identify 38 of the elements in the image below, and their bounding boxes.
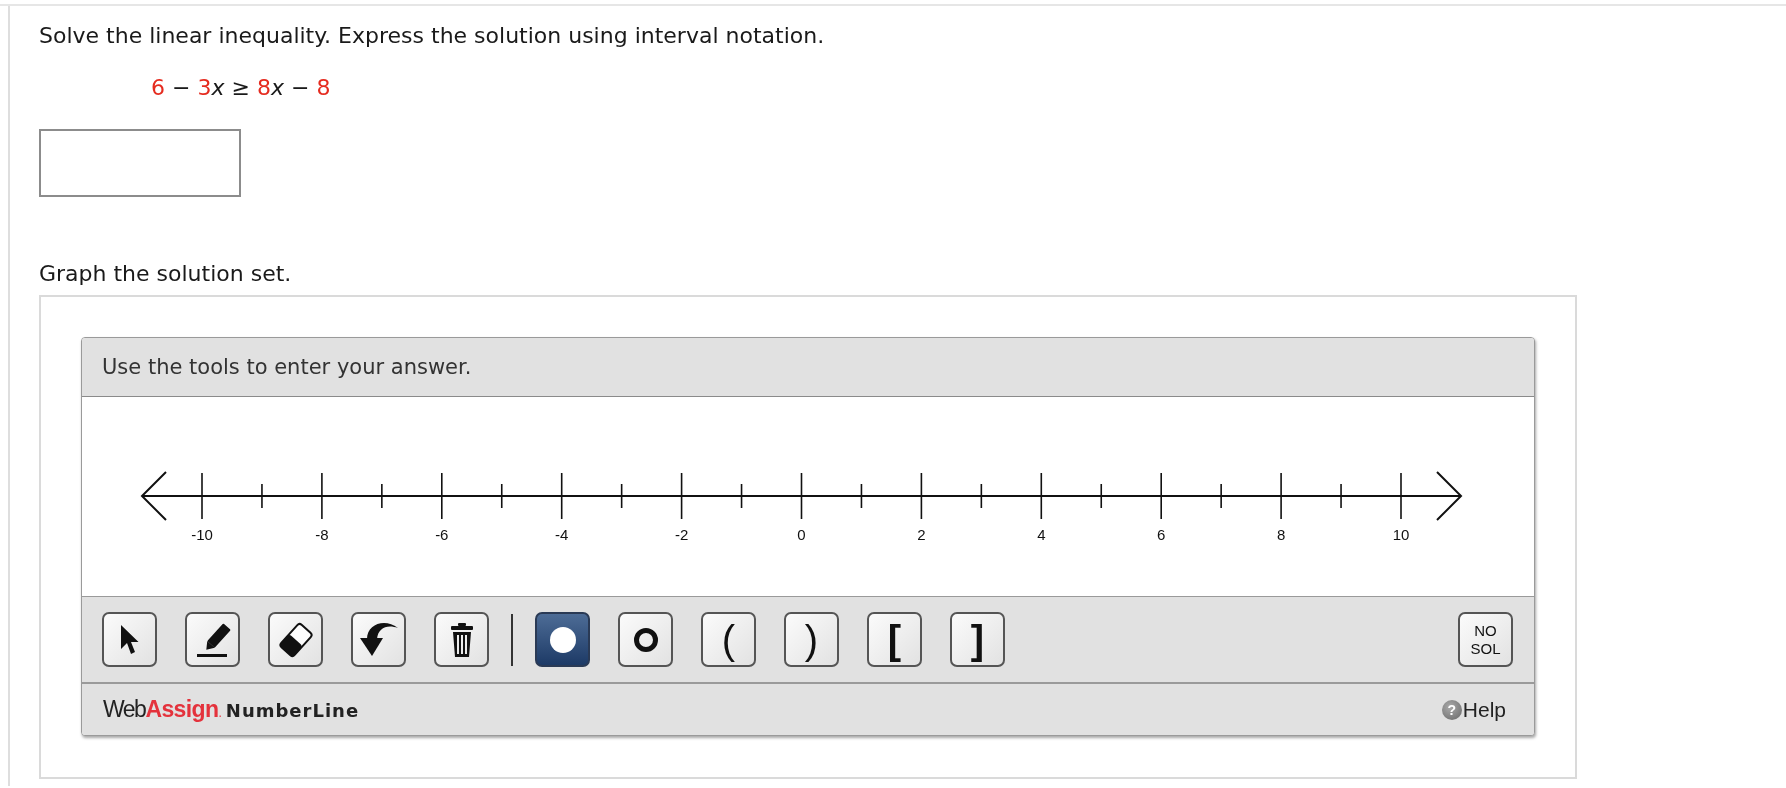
undo-button[interactable] <box>351 612 406 667</box>
tick-label: -4 <box>555 526 569 543</box>
trash-button[interactable] <box>434 612 489 667</box>
right-bracket-button[interactable]: ] <box>950 612 1005 667</box>
tick-label: 0 <box>797 526 806 543</box>
tick-label: -6 <box>435 526 449 543</box>
filled-dot-icon <box>549 626 576 653</box>
left-paren-button[interactable]: ( <box>701 612 756 667</box>
select-tool-button[interactable] <box>102 612 157 667</box>
pencil-icon <box>194 621 231 658</box>
help-icon: ? <box>1441 699 1462 720</box>
webassign-logo: WebAssign. <box>103 696 222 723</box>
tick-label: -8 <box>315 526 329 543</box>
help-link[interactable]: ? Help <box>1441 697 1506 722</box>
question-prompt: Solve the linear inequality. Express the solution using interval notation. <box>39 22 825 50</box>
undo-icon <box>358 622 399 657</box>
right-paren-button[interactable]: ) <box>784 612 839 667</box>
eraser-tool-button[interactable] <box>268 612 323 667</box>
answer-field[interactable] <box>39 129 241 197</box>
instructions-text: Use the tools to enter your answer. <box>102 355 472 379</box>
no-solution-button[interactable]: NO SOL <box>1458 612 1513 667</box>
closed-dot-button[interactable] <box>535 612 590 667</box>
open-dot-icon <box>633 627 658 652</box>
tick-label: 6 <box>1157 526 1166 543</box>
cursor-icon <box>120 624 139 655</box>
tick-label: 10 <box>1392 526 1410 543</box>
product-name: NumberLine <box>225 700 360 721</box>
tick-label: 8 <box>1276 526 1286 543</box>
graph-prompt: Graph the solution set. <box>39 260 292 288</box>
inequality: 6 − 3x ≥ 8x − 8 <box>151 74 331 102</box>
pencil-tool-button[interactable] <box>185 612 240 667</box>
tick-label: 4 <box>1037 526 1046 543</box>
trash-icon <box>449 622 474 657</box>
left-bracket-button[interactable]: [ <box>867 612 922 667</box>
tick-label: 2 <box>917 526 926 543</box>
tick-label: -2 <box>674 526 689 543</box>
open-dot-button[interactable] <box>618 612 673 667</box>
tick-label: -10 <box>191 526 213 543</box>
